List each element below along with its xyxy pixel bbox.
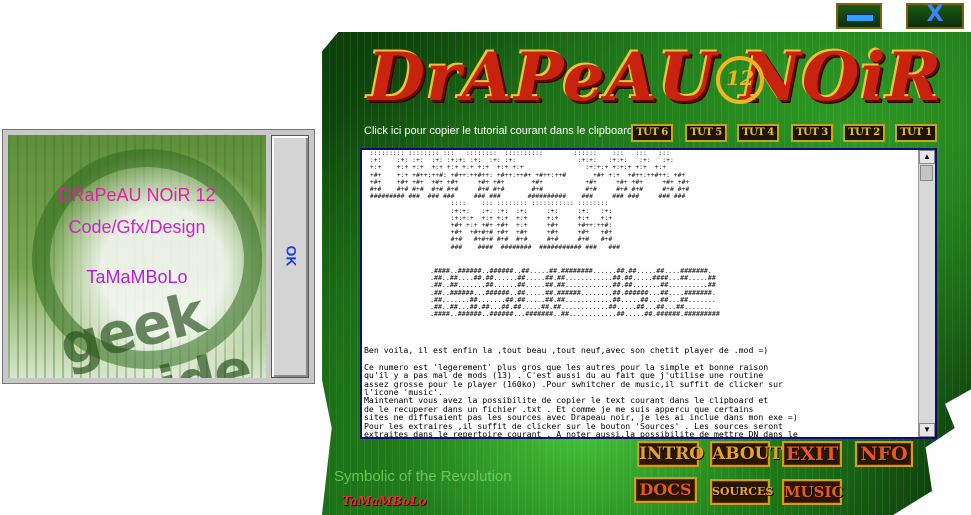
- tut-6-button[interactable]: TUT 6: [631, 124, 673, 142]
- minimize-button[interactable]: [836, 3, 882, 29]
- about-button[interactable]: ABOUT: [710, 441, 782, 467]
- about-title: DRaPeAU NOiR 12: [58, 185, 216, 205]
- ok-button[interactable]: OK: [271, 135, 309, 378]
- ascii-art-banner: ::::::::: :::::::: ::: :::::::: ::::::::…: [369, 149, 690, 251]
- about-dialog: geek inside DRaPeAU NOiR 12 Code/Gfx/Des…: [2, 129, 315, 384]
- tut-5-button[interactable]: TUT 5: [685, 124, 727, 142]
- logo-title: DrAPeAU NOiR: [367, 38, 943, 116]
- about-role: Code/Gfx/Design: [68, 217, 206, 237]
- exit-button[interactable]: EXIT: [782, 441, 842, 467]
- tutorial-body-text: Ben voila, il est enfin la ,tout beau ,t…: [364, 345, 798, 439]
- scroll-up-icon[interactable]: ▲: [919, 150, 935, 164]
- copy-to-clipboard-link[interactable]: Click ici pour copier le tutorial couran…: [364, 125, 633, 137]
- vertical-scrollbar[interactable]: ▲ ▼: [918, 150, 935, 437]
- scroll-thumb[interactable]: [920, 165, 933, 181]
- app-logo: DrAPeAU NOiR 12: [340, 34, 970, 120]
- about-author: TaMaMBoLo: [86, 267, 188, 287]
- tut-4-button[interactable]: TUT 4: [737, 124, 779, 142]
- tut-2-button[interactable]: TUT 2: [843, 124, 885, 142]
- tut-1-button[interactable]: TUT 1: [895, 124, 937, 142]
- info-button[interactable]: NFO: [855, 441, 913, 467]
- tutorial-text-area[interactable]: ::::::::: :::::::: ::: :::::::: ::::::::…: [360, 148, 937, 439]
- author-credit: TaMaMBoLo: [342, 494, 427, 508]
- slogan-text: Symbolic of the Revolution: [334, 468, 512, 485]
- tut-3-button[interactable]: TUT 3: [791, 124, 833, 142]
- docs-button[interactable]: DOCS: [634, 477, 697, 503]
- ascii-art-number: .####..######..######..##.....##.#######…: [430, 267, 720, 319]
- sources-button[interactable]: SOURCES: [710, 479, 773, 505]
- scroll-down-icon[interactable]: ▼: [919, 423, 935, 437]
- minimize-icon: [846, 14, 874, 22]
- ok-button-label: OK: [283, 245, 300, 267]
- close-icon: X: [926, 2, 944, 27]
- close-button[interactable]: X: [906, 2, 964, 29]
- intro-button[interactable]: INTRO: [637, 441, 704, 467]
- logo-number: 12: [726, 66, 754, 90]
- music-button[interactable]: MUSIC: [782, 479, 843, 505]
- geek-inside-artwork: geek inside DRaPeAU NOiR 12 Code/Gfx/Des…: [8, 135, 266, 378]
